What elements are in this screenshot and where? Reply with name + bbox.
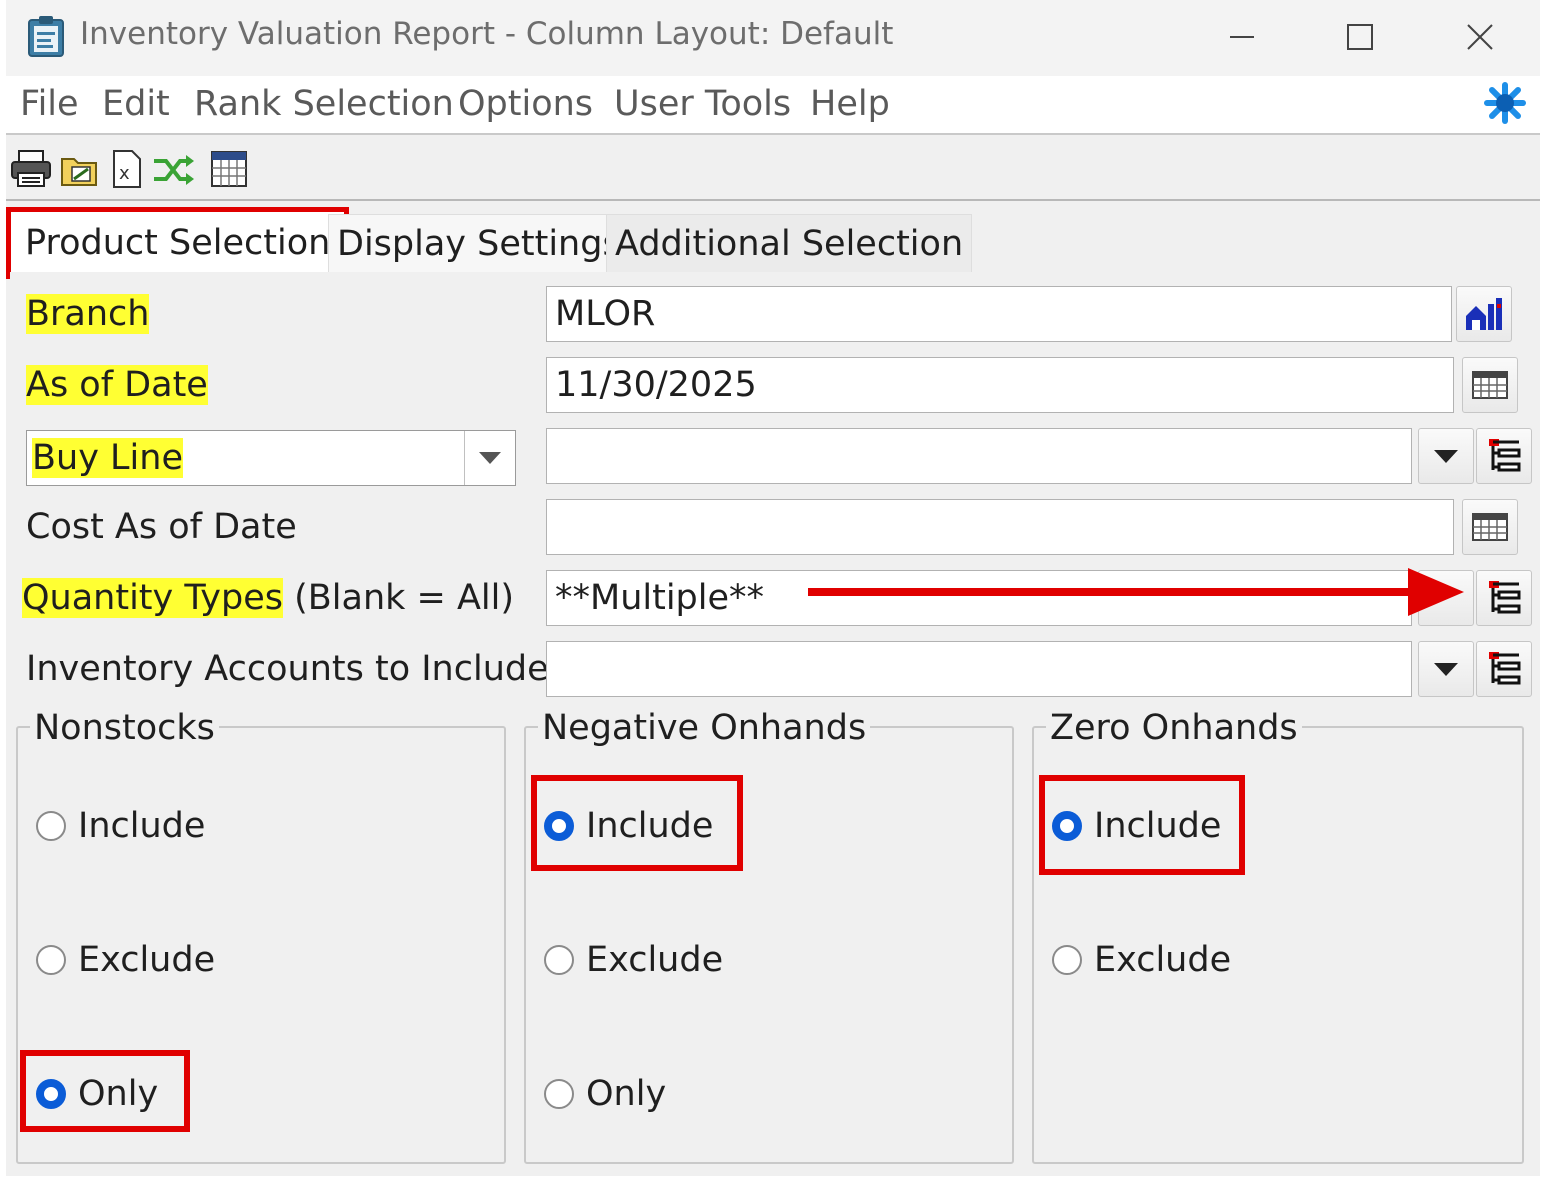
radio-label: Only (586, 1074, 667, 1114)
quantity-types-label: Quantity Types (Blank = All) (22, 578, 515, 618)
nonstocks-include-radio[interactable]: Include (36, 798, 205, 854)
radio-label: Include (586, 806, 714, 846)
tab-additional-selection[interactable]: Additional Selection (606, 214, 973, 274)
inventory-accounts-tree-button[interactable] (1476, 641, 1532, 697)
chevron-down-icon (1434, 662, 1458, 676)
zero-onhands-group: Zero Onhands Include Exclude (1032, 708, 1524, 1164)
product-selection-panel: Branch MLOR As of Date 11/30/2025 Buy Li… (10, 272, 1534, 1172)
radio-label: Exclude (1094, 940, 1232, 980)
buy-line-dropdown-button[interactable] (1418, 428, 1474, 484)
print-icon[interactable] (10, 149, 51, 189)
negative-onhands-group: Negative Onhands Include Exclude Only (524, 708, 1014, 1164)
excel-export-icon[interactable]: x (110, 149, 150, 189)
radio-label: Only (78, 1074, 159, 1114)
radio-button-icon (36, 945, 66, 975)
buy-line-tree-button[interactable] (1476, 428, 1532, 484)
negative-onhands-include-radio[interactable]: Include (544, 798, 713, 854)
negative-onhands-exclude-radio[interactable]: Exclude (544, 932, 723, 988)
title-bar: Inventory Valuation Report - Column Layo… (6, 0, 1540, 76)
chevron-down-icon (1434, 449, 1458, 463)
toolbar: x (6, 135, 1540, 201)
radio-selected-icon (36, 1079, 66, 1109)
cost-as-of-date-calendar-button[interactable] (1462, 499, 1518, 555)
nonstocks-only-radio[interactable]: Only (36, 1066, 158, 1122)
branch-lookup-icon (1466, 298, 1502, 330)
negative-onhands-title: Negative Onhands (538, 708, 871, 748)
menu-user-tools[interactable]: User Tools (614, 84, 791, 124)
maximize-icon (1347, 24, 1373, 50)
svg-text:x: x (119, 163, 130, 184)
calendar-icon (1472, 371, 1508, 399)
buy-line-selector[interactable]: Buy Line (26, 430, 516, 486)
zero-onhands-title: Zero Onhands (1046, 708, 1302, 748)
inventory-accounts-label: Inventory Accounts to Include (26, 649, 549, 689)
radio-button-icon (544, 945, 574, 975)
menu-file[interactable]: File (20, 84, 79, 124)
maximize-button[interactable] (1330, 12, 1390, 62)
report-window: Inventory Valuation Report - Column Layo… (6, 0, 1540, 1176)
minimize-button[interactable] (1212, 12, 1272, 62)
report-app-icon (26, 14, 66, 58)
open-folder-icon[interactable] (60, 149, 100, 189)
minimize-icon (1230, 36, 1254, 38)
zero-onhands-exclude-radio[interactable]: Exclude (1052, 932, 1231, 988)
calendar-icon (1472, 513, 1508, 541)
nonstocks-exclude-radio[interactable]: Exclude (36, 932, 215, 988)
radio-button-icon (544, 1079, 574, 1109)
negative-onhands-only-radio[interactable]: Only (544, 1066, 666, 1122)
inventory-accounts-dropdown-button[interactable] (1418, 641, 1474, 697)
radio-label: Include (1094, 806, 1222, 846)
branch-lookup-button[interactable] (1456, 286, 1512, 342)
nonstocks-group: Nonstocks Include Exclude Only (16, 708, 506, 1164)
branch-label: Branch (26, 294, 150, 334)
radio-label: Exclude (78, 940, 216, 980)
as-of-date-input[interactable]: 11/30/2025 (546, 357, 1454, 413)
as-of-date-label: As of Date (26, 365, 208, 405)
inventory-accounts-input[interactable] (546, 641, 1412, 697)
cost-as-of-date-label: Cost As of Date (26, 507, 297, 547)
tree-list-icon (1489, 652, 1521, 685)
app-root: Inventory Valuation Report - Column Layo… (0, 0, 1543, 1180)
menu-options[interactable]: Options (458, 84, 593, 124)
quantity-types-tree-button[interactable] (1476, 570, 1532, 626)
menu-edit[interactable]: Edit (102, 84, 170, 124)
chevron-down-icon[interactable] (464, 431, 515, 485)
tab-display-settings[interactable]: Display Settings (328, 214, 630, 274)
menu-bar: File Edit Rank Selection Options User To… (6, 76, 1540, 135)
close-button[interactable] (1450, 12, 1510, 62)
nonstocks-title: Nonstocks (30, 708, 219, 748)
tab-product-selection[interactable]: Product Selection (6, 207, 350, 279)
menu-rank-selection[interactable]: Rank Selection (194, 84, 454, 124)
branch-input[interactable]: MLOR (546, 286, 1452, 342)
as-of-date-calendar-button[interactable] (1462, 357, 1518, 413)
close-icon (1467, 24, 1493, 50)
cost-as-of-date-input[interactable] (546, 499, 1454, 555)
radio-button-icon (36, 811, 66, 841)
tree-list-icon (1489, 439, 1521, 472)
radio-button-icon (1052, 945, 1082, 975)
star-icon[interactable] (1482, 80, 1528, 126)
buy-line-input[interactable] (546, 428, 1412, 484)
calendar-grid-icon[interactable] (210, 149, 250, 189)
window-title: Inventory Valuation Report - Column Layo… (80, 16, 894, 52)
annotation-arrow-icon (808, 568, 1464, 616)
buy-line-selector-value: Buy Line (32, 438, 183, 478)
shuffle-icon[interactable] (152, 149, 194, 189)
tree-list-icon (1489, 581, 1521, 614)
menu-help[interactable]: Help (810, 84, 890, 124)
radio-selected-icon (544, 811, 574, 841)
radio-label: Exclude (586, 940, 724, 980)
radio-label: Include (78, 806, 206, 846)
radio-selected-icon (1052, 811, 1082, 841)
zero-onhands-include-radio[interactable]: Include (1052, 798, 1221, 854)
